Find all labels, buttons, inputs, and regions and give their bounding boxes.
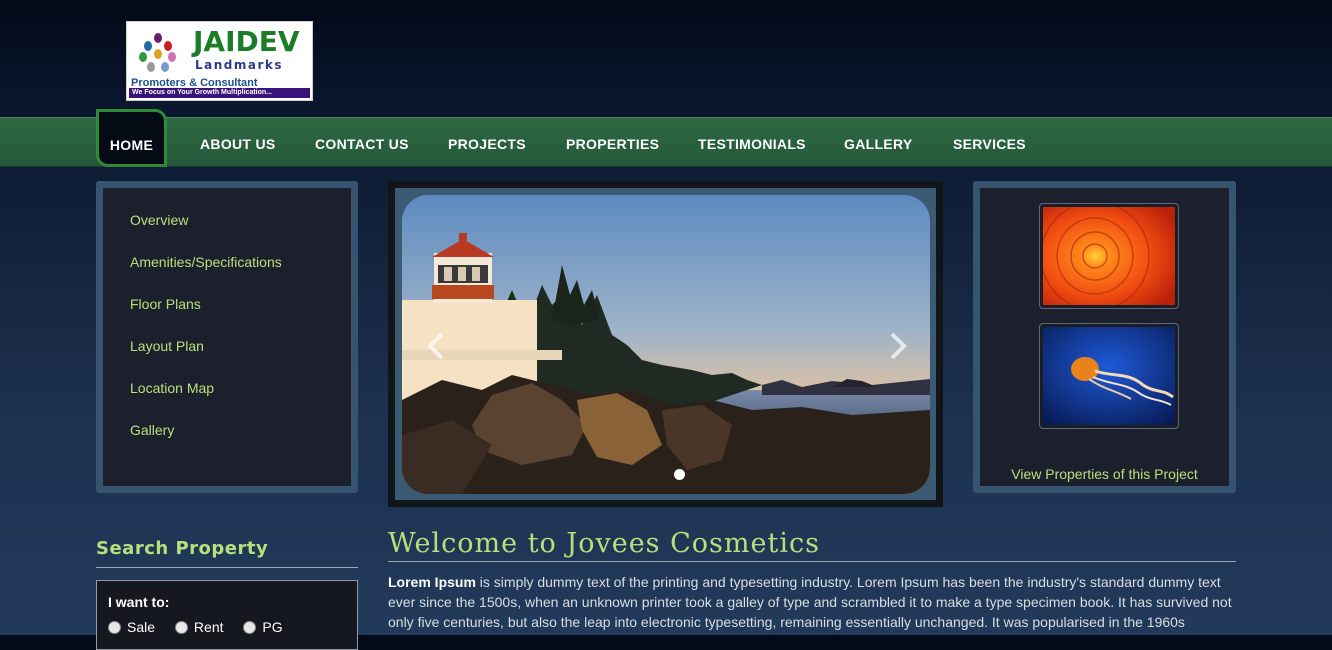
intro-text: is simply dummy text of the printing and… [388,574,1232,630]
nav-properties[interactable]: PROPERTIES [566,118,659,166]
radio-rent-label: Rent [193,619,224,635]
sidebar-item-gallery[interactable]: Gallery [130,422,174,438]
sidebar-item-location-map[interactable]: Location Map [130,380,214,396]
logo-brand: JAIDEV [193,25,300,58]
radio-rent[interactable] [174,621,188,634]
nav-about-us[interactable]: ABOUT US [200,118,276,166]
radio-sale-label: Sale [127,619,156,635]
nav-testimonials[interactable]: TESTIMONIALS [698,118,806,166]
lighthouse-scene [402,195,930,494]
want-label: I want to: [108,594,170,610]
slider-dot[interactable] [674,469,685,480]
project-thumbnails-panel: View Properties of this Project [973,181,1236,493]
thumbnail-flower[interactable] [1039,201,1179,311]
welcome-body-text: Lorem Ipsum is simply dummy text of the … [388,572,1236,632]
sidebar-item-floor-plans[interactable]: Floor Plans [130,296,201,312]
sidebar-item-layout-plan[interactable]: Layout Plan [130,338,204,354]
slide-image-lighthouse [402,195,930,494]
main-nav: HOME ABOUT US CONTACT US PROJECTS PROPER… [0,109,1332,167]
view-properties-link[interactable]: View Properties of this Project [980,466,1229,482]
radio-sale[interactable] [108,621,121,634]
sidebar-panel: Overview Amenities/Specifications Floor … [96,181,358,493]
nav-home[interactable]: HOME [96,109,167,167]
chevron-right-icon[interactable] [884,331,910,361]
sidebar-item-amenities[interactable]: Amenities/Specifications [130,254,282,270]
radio-pg[interactable] [243,621,257,634]
site-logo[interactable]: JAIDEV Landmarks Promoters & Consultant … [126,21,313,101]
flower-image [1040,201,1175,311]
welcome-heading: Welcome to Jovees Cosmetics [388,528,1236,562]
option-radio-group: Sale Rent PG [108,619,299,635]
logo-subtitle: Landmarks [195,58,284,72]
nav-services[interactable]: SERVICES [953,118,1026,166]
sidebar-item-overview[interactable]: Overview [130,212,188,228]
chevron-left-icon[interactable] [424,331,450,361]
search-property-box: I want to: Sale Rent PG [96,580,358,650]
image-slider [388,181,943,507]
radio-pg-label: PG [262,619,283,635]
nav-gallery[interactable]: GALLERY [844,118,912,166]
intro-bold: Lorem Ipsum [388,574,476,590]
logo-tagline: We Focus on Your Growth Multiplication..… [129,88,310,98]
search-property-title: Search Property [96,538,358,568]
slider-frame [395,188,936,500]
nav-projects[interactable]: PROJECTS [448,118,526,166]
nav-contact-us[interactable]: CONTACT US [315,118,409,166]
jellyfish-image [1043,327,1175,425]
thumbnail-jellyfish[interactable] [1039,323,1179,429]
colored-drops-icon [139,33,176,72]
